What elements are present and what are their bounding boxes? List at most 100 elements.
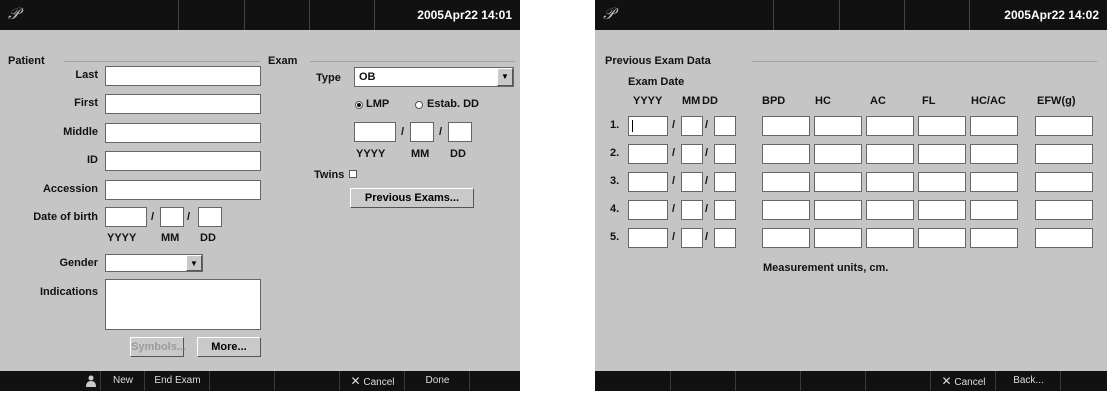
row-4-ac-field[interactable] (866, 200, 914, 220)
date-separator: / (401, 126, 405, 138)
row-1-efw-field[interactable] (1035, 116, 1093, 136)
row-3-bpd-field[interactable] (762, 172, 810, 192)
row-4-year-field[interactable] (628, 200, 668, 220)
dob-year-field[interactable] (105, 207, 147, 227)
middle-name-field[interactable] (105, 123, 261, 143)
exam-type-dropdown[interactable]: OB ▼ (354, 67, 514, 87)
row-1-bpd-field[interactable] (762, 116, 810, 136)
previous-exams-button[interactable]: Previous Exams... (350, 188, 474, 208)
column-header-efwg: EFW(g) (1037, 95, 1076, 107)
date-separator: / (705, 119, 709, 131)
empty-softkey[interactable] (670, 371, 736, 391)
dob-year-caption: YYYY (107, 232, 137, 244)
row-5-fl-field[interactable] (918, 228, 966, 248)
gender-dropdown[interactable]: ▼ (105, 254, 203, 272)
datetime-display: 2005Apr22 14:01 (417, 8, 512, 22)
first-name-field[interactable] (105, 94, 261, 114)
empty-softkey[interactable] (865, 371, 931, 391)
last-name-field[interactable] (105, 66, 261, 86)
empty-softkey[interactable] (469, 371, 521, 391)
more-button[interactable]: More... (197, 337, 261, 357)
row-2-year-field[interactable] (628, 144, 668, 164)
row-5-month-field[interactable] (681, 228, 703, 248)
indications-textarea[interactable] (105, 279, 261, 330)
row-2-month-field[interactable] (681, 144, 703, 164)
row-1-year-field[interactable] (628, 116, 668, 136)
accession-field[interactable] (105, 180, 261, 200)
row-3-day-field[interactable] (714, 172, 736, 192)
row-5-day-field[interactable] (714, 228, 736, 248)
cancel-softkey[interactable]: ✕ Cancel (339, 371, 405, 391)
row-3-fl-field[interactable] (918, 172, 966, 192)
empty-softkey[interactable] (735, 371, 801, 391)
back-softkey[interactable]: Back... (995, 371, 1061, 391)
row-2-bpd-field[interactable] (762, 144, 810, 164)
twins-label: Twins (314, 169, 345, 181)
empty-softkey[interactable] (1060, 371, 1107, 391)
empty-softkey[interactable] (800, 371, 866, 391)
date-separator: / (672, 147, 676, 159)
dob-label: Date of birth (33, 211, 98, 223)
row-3-hcac-field[interactable] (970, 172, 1018, 192)
empty-softkey[interactable] (209, 371, 275, 391)
row-5-efw-field[interactable] (1035, 228, 1093, 248)
row-5-hcac-field[interactable] (970, 228, 1018, 248)
empty-softkey[interactable] (595, 371, 670, 391)
row-1-day-field[interactable] (714, 116, 736, 136)
row-4-hc-field[interactable] (814, 200, 862, 220)
symbols-button[interactable]: Symbols... (130, 337, 186, 357)
row-2-fl-field[interactable] (918, 144, 966, 164)
date-separator: / (439, 126, 443, 138)
cancel-softkey[interactable]: ✕ Cancel (930, 371, 996, 391)
lmp-radio[interactable] (355, 101, 363, 109)
row-4-bpd-field[interactable] (762, 200, 810, 220)
row-2-ac-field[interactable] (866, 144, 914, 164)
status-segment (905, 0, 970, 30)
chevron-down-icon[interactable]: ▼ (497, 68, 513, 86)
row-1-hc-field[interactable] (814, 116, 862, 136)
row-5-year-field[interactable] (628, 228, 668, 248)
row-4-hcac-field[interactable] (970, 200, 1018, 220)
exam-month-field[interactable] (410, 122, 434, 142)
exam-day-field[interactable] (448, 122, 472, 142)
dob-day-field[interactable] (198, 207, 222, 227)
row-5-ac-field[interactable] (866, 228, 914, 248)
date-separator: / (705, 231, 709, 243)
exam-year-field[interactable] (354, 122, 396, 142)
row-2-hcac-field[interactable] (970, 144, 1018, 164)
row-3-efw-field[interactable] (1035, 172, 1093, 192)
end-exam-softkey[interactable]: End Exam (144, 371, 210, 391)
chevron-down-icon[interactable]: ▼ (186, 255, 202, 271)
row-3-ac-field[interactable] (866, 172, 914, 192)
patient-section-title: Patient (8, 55, 45, 67)
row-5-bpd-field[interactable] (762, 228, 810, 248)
row-3-month-field[interactable] (681, 172, 703, 192)
row-1-month-field[interactable] (681, 116, 703, 136)
row-4-month-field[interactable] (681, 200, 703, 220)
gender-label: Gender (59, 257, 98, 269)
row-5-hc-field[interactable] (814, 228, 862, 248)
row-2-hc-field[interactable] (814, 144, 862, 164)
dob-month-field[interactable] (160, 207, 184, 227)
row-2-day-field[interactable] (714, 144, 736, 164)
row-4-efw-field[interactable] (1035, 200, 1093, 220)
patient-person-icon (86, 375, 96, 387)
twins-checkbox[interactable] (349, 170, 357, 178)
row-1-ac-field[interactable] (866, 116, 914, 136)
row-4-fl-field[interactable] (918, 200, 966, 220)
date-separator: / (151, 211, 155, 223)
new-softkey[interactable]: New (100, 371, 145, 391)
column-header-yyyy: YYYY (633, 95, 663, 107)
row-1-hcac-field[interactable] (970, 116, 1018, 136)
estab-dd-radio[interactable] (415, 101, 423, 109)
row-2-efw-field[interactable] (1035, 144, 1093, 164)
row-3-year-field[interactable] (628, 172, 668, 192)
empty-softkey[interactable] (274, 371, 340, 391)
units-note: Measurement units, cm. (763, 262, 889, 274)
patient-id-field[interactable] (105, 151, 261, 171)
row-1-fl-field[interactable] (918, 116, 966, 136)
row-4-day-field[interactable] (714, 200, 736, 220)
section-divider (752, 61, 1097, 62)
done-softkey[interactable]: Done (404, 371, 470, 391)
row-3-hc-field[interactable] (814, 172, 862, 192)
